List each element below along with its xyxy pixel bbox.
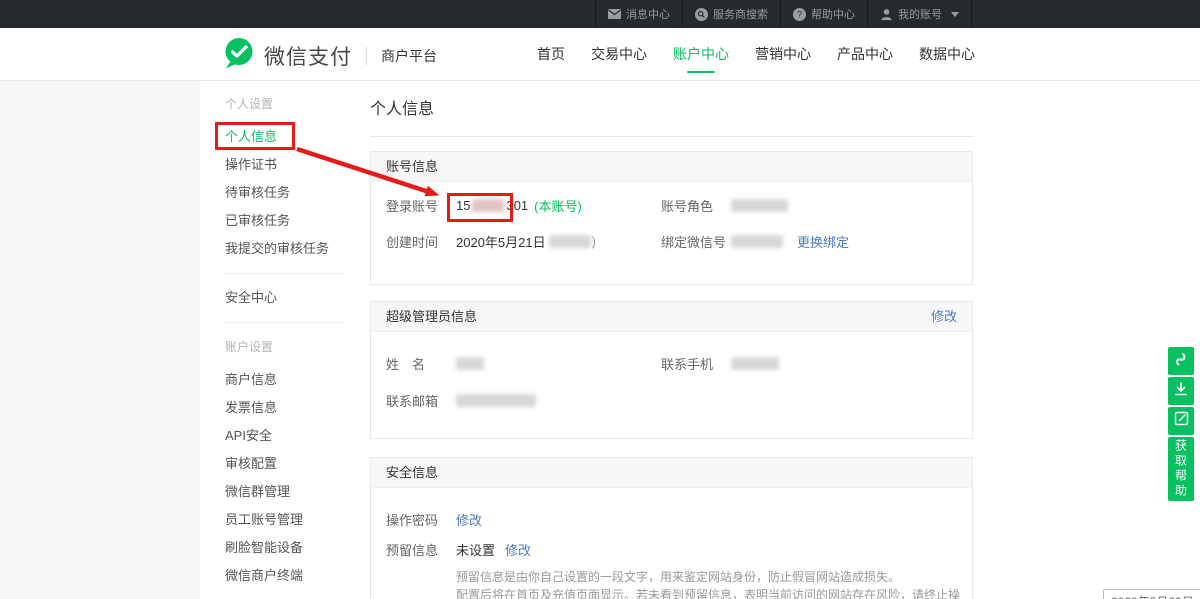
- reserved-info-value: 未设置: [456, 540, 495, 559]
- topbar-item-messages[interactable]: 消息中心: [595, 0, 682, 28]
- created-time-value: 2020年5月21日 ): [456, 232, 596, 251]
- nav-transaction-center[interactable]: 交易中心: [591, 28, 647, 80]
- title-divider: [370, 136, 973, 137]
- user-icon: [880, 8, 893, 21]
- help-icon: ?: [793, 8, 806, 21]
- svg-text:?: ?: [797, 9, 802, 19]
- created-time-label: 创建时间: [386, 232, 456, 251]
- left-gutter: [0, 81, 200, 599]
- rebind-wechat-link[interactable]: 更换绑定: [797, 232, 849, 251]
- redacted-admin-phone: [731, 357, 779, 370]
- brand-divider: [366, 47, 367, 65]
- topbar-item-help-center[interactable]: ? 帮助中心: [780, 0, 867, 28]
- sidebar-divider: [225, 273, 345, 274]
- security-info-card-header: 安全信息: [371, 458, 972, 488]
- account-role-label: 账号角色: [661, 196, 731, 215]
- nav-account-center[interactable]: 账户中心: [673, 28, 729, 80]
- site-header: 微信支付 商户平台 首页 交易中心 账户中心 营销中心 产品中心 数据中心: [0, 28, 1200, 81]
- login-account-value: 15 301 (本账号): [456, 196, 582, 215]
- sidebar-divider: [225, 322, 345, 323]
- wechat-pay-logo-icon: [222, 37, 256, 75]
- topbar-menu: 消息中心 服务商搜索 ? 帮助中心 我的账号: [595, 0, 972, 28]
- sidebar-item-wechat-merchant-terminal[interactable]: 微信商户终端: [200, 562, 345, 590]
- download-button[interactable]: [1168, 377, 1194, 405]
- brand: 微信支付 商户平台: [222, 37, 437, 75]
- account-info-card-header: 账号信息: [371, 152, 972, 182]
- nav-data-center[interactable]: 数据中心: [919, 28, 975, 80]
- super-admin-card-header: 超级管理员信息 修改: [371, 302, 972, 332]
- super-admin-title: 超级管理员信息: [386, 302, 477, 331]
- security-info-title: 安全信息: [386, 458, 438, 487]
- main-nav: 首页 交易中心 账户中心 营销中心 产品中心 数据中心: [537, 28, 975, 80]
- sidebar-item-merchant-info[interactable]: 商户信息: [200, 366, 345, 394]
- super-admin-card: 超级管理员信息 修改 姓 名 联系手机 联系邮箱: [370, 301, 973, 439]
- bound-wechat-label: 绑定微信号: [661, 232, 731, 251]
- reserved-info-edit-link[interactable]: 修改: [505, 540, 531, 559]
- sidebar-item-api-security[interactable]: API安全: [200, 422, 345, 450]
- admin-email-label: 联系邮箱: [386, 391, 456, 410]
- mail-icon: [608, 8, 621, 21]
- security-info-card: 安全信息 操作密码 修改 预留信息 未设置 修改 预留: [370, 457, 973, 599]
- topbar-item-my-account[interactable]: 我的账号: [867, 0, 972, 28]
- sidebar-item-invoice-info[interactable]: 发票信息: [200, 394, 345, 422]
- edit-icon: [1174, 411, 1189, 431]
- sidebar-item-security-center[interactable]: 安全中心: [200, 284, 345, 312]
- brand-name: 微信支付: [264, 41, 352, 71]
- operation-password-edit-link[interactable]: 修改: [456, 510, 482, 529]
- floating-side-menu: 获取帮助: [1168, 347, 1194, 501]
- redacted-created-detail: [549, 235, 591, 248]
- current-account-tag: (本账号): [534, 196, 582, 215]
- chevron-down-icon: [951, 12, 959, 17]
- utility-topbar: 消息中心 服务商搜索 ? 帮助中心 我的账号: [0, 0, 1200, 28]
- search-icon: [695, 8, 708, 21]
- sidebar-item-my-submitted-tasks[interactable]: 我提交的审核任务: [200, 235, 345, 263]
- get-help-button[interactable]: 获取帮助: [1168, 437, 1194, 501]
- sidebar-item-wechat-group-management[interactable]: 微信群管理: [200, 478, 345, 506]
- redacted-login-middle: [472, 199, 504, 212]
- reserved-info-description: 预留信息是由你自己设置的一段文字，用来鉴定网站身份，防止假冒网站造成损失。 配置…: [371, 568, 972, 599]
- link-button[interactable]: [1168, 347, 1194, 375]
- nav-product-center[interactable]: 产品中心: [837, 28, 893, 80]
- download-icon: [1173, 381, 1189, 402]
- topbar-item-label: 帮助中心: [811, 6, 855, 22]
- sidebar-item-staff-account-management[interactable]: 员工账号管理: [200, 506, 345, 534]
- operation-password-label: 操作密码: [386, 510, 456, 529]
- topbar-item-label: 消息中心: [626, 6, 670, 22]
- page-title: 个人信息: [370, 95, 973, 119]
- portal-name: 商户平台: [381, 46, 437, 66]
- topbar-item-label: 服务商搜索: [713, 6, 768, 22]
- sidebar-item-operation-certificate[interactable]: 操作证书: [200, 151, 345, 179]
- super-admin-edit-link[interactable]: 修改: [931, 302, 957, 331]
- reserved-info-label: 预留信息: [386, 540, 456, 559]
- login-account-label: 登录账号: [386, 196, 456, 215]
- redacted-wechat-id: [731, 235, 783, 248]
- date-box: 2020年5月22日: [1103, 589, 1200, 599]
- main-content: 个人信息 账号信息 登录账号 15 301 (本账号): [370, 81, 973, 599]
- topbar-item-provider-search[interactable]: 服务商搜索: [682, 0, 780, 28]
- sidebar: 个人设置 个人信息 操作证书 待审核任务 已审核任务 我提交的审核任务 安全中心…: [200, 81, 345, 599]
- admin-phone-label: 联系手机: [661, 354, 731, 373]
- redacted-admin-name: [456, 357, 484, 370]
- sidebar-section-account-settings: 账户设置: [200, 333, 345, 361]
- redacted-admin-email: [456, 394, 536, 407]
- nav-home[interactable]: 首页: [537, 28, 565, 80]
- sidebar-item-review-config[interactable]: 审核配置: [200, 450, 345, 478]
- sidebar-item-personal-info[interactable]: 个人信息: [200, 123, 345, 151]
- sidebar-item-reviewed-tasks[interactable]: 已审核任务: [200, 207, 345, 235]
- feedback-button[interactable]: [1168, 407, 1194, 435]
- sidebar-item-face-smart-devices[interactable]: 刷脸智能设备: [200, 534, 345, 562]
- link-icon: [1172, 350, 1190, 373]
- admin-name-label: 姓 名: [386, 354, 456, 373]
- nav-marketing-center[interactable]: 营销中心: [755, 28, 811, 80]
- account-info-card: 账号信息 登录账号 15 301 (本账号) 账号角色: [370, 151, 973, 285]
- redacted-account-role: [731, 199, 788, 212]
- sidebar-item-pending-review-tasks[interactable]: 待审核任务: [200, 179, 345, 207]
- wechat-pay-merchant-portal: 消息中心 服务商搜索 ? 帮助中心 我的账号: [0, 0, 1200, 599]
- sidebar-section-personal-settings: 个人设置: [200, 90, 345, 118]
- account-info-title: 账号信息: [386, 152, 438, 181]
- topbar-item-label: 我的账号: [898, 6, 942, 22]
